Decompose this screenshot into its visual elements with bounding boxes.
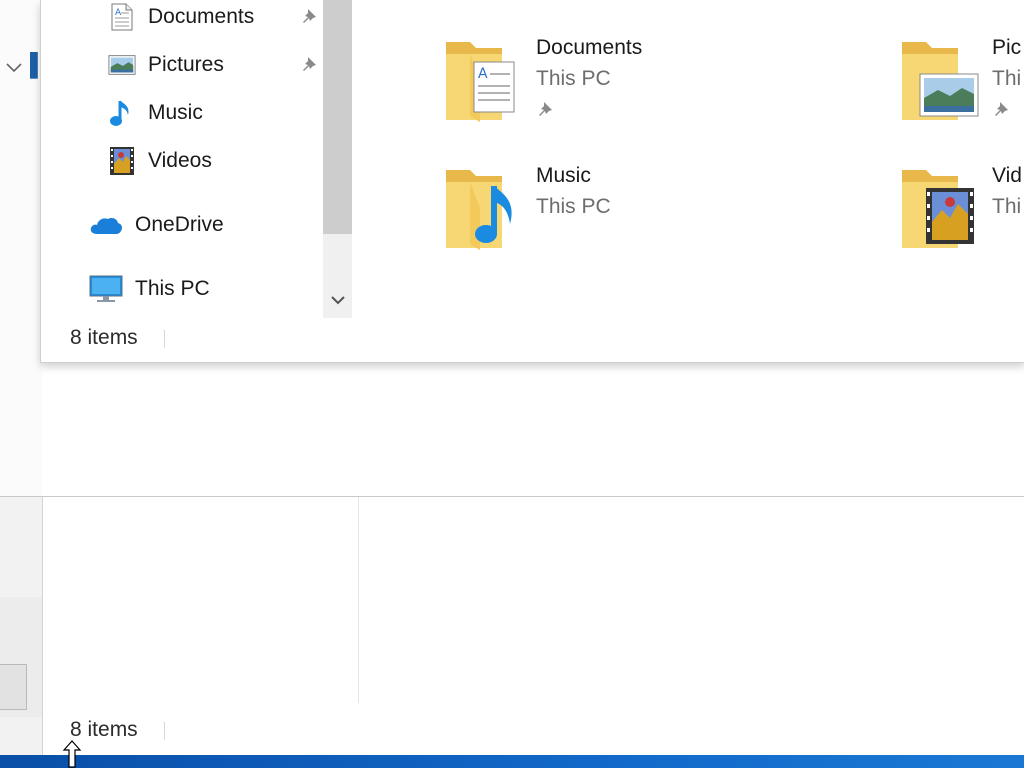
scroll-down-button[interactable] [323, 288, 352, 312]
music-folder-icon [446, 170, 512, 250]
documents-icon: A [108, 3, 136, 31]
nav-item-label: Videos [148, 149, 212, 172]
folder-tile-pictures[interactable]: Pic Thi [900, 36, 1024, 146]
background-button[interactable] [0, 664, 27, 710]
folder-location: Thi [992, 195, 1022, 218]
taskbar[interactable] [0, 755, 1024, 768]
folder-tile-documents[interactable]: A Documents This PC [444, 36, 904, 146]
nav-scrollbar-thumb[interactable] [323, 0, 352, 234]
svg-text:A: A [115, 8, 122, 18]
folder-name: Music [536, 164, 591, 187]
nav-item-label: Music [148, 101, 203, 124]
pane-divider [358, 497, 359, 703]
pin-icon [539, 102, 552, 116]
pin-icon[interactable] [300, 6, 322, 28]
nav-item-this-pc[interactable]: This PC [89, 269, 309, 309]
pin-icon [995, 102, 1008, 116]
videos-folder-icon [902, 170, 974, 248]
pictures-folder-icon [902, 42, 979, 120]
nav-item-onedrive[interactable]: OneDrive [89, 205, 309, 245]
status-item-count: 8 items [70, 326, 138, 349]
folder-name: Vid [992, 164, 1022, 187]
nav-item-label: This PC [135, 277, 210, 300]
background-lower-panel [0, 497, 42, 768]
nav-item-music[interactable]: Music [108, 93, 322, 133]
nav-item-label: Pictures [148, 53, 224, 76]
nav-item-label: Documents [148, 5, 255, 28]
folder-location: This PC [536, 67, 611, 90]
nav-item-documents[interactable]: A Documents [108, 0, 322, 37]
folder-location: Thi [992, 67, 1022, 90]
lower-status-item-count: 8 items [70, 718, 138, 741]
documents-folder-icon: A [446, 42, 515, 122]
content-pane: A Documents This PC Pic Thi Music This P… [352, 0, 1024, 318]
nav-item-label: OneDrive [135, 213, 224, 236]
videos-icon [108, 147, 136, 175]
status-separator [164, 330, 165, 348]
this-pc-icon [89, 275, 123, 303]
folder-tile-music[interactable]: Music This PC [444, 164, 904, 274]
resize-cursor-icon [62, 740, 82, 768]
folder-tile-videos[interactable]: Vid Thi [900, 164, 1024, 274]
pictures-icon [108, 51, 136, 79]
section-header-fragment [404, 309, 634, 319]
nav-item-pictures[interactable]: Pictures [108, 45, 322, 85]
music-icon [108, 99, 136, 127]
chevron-down-icon[interactable] [4, 57, 24, 77]
folder-location: This PC [536, 195, 611, 218]
chevron-down-icon [330, 296, 345, 305]
onedrive-icon [89, 211, 123, 239]
navigation-pane: A Documents Pictures Music Videos OneDri… [41, 0, 323, 318]
lower-explorer-window [42, 497, 1024, 755]
folder-name: Pic [992, 36, 1022, 59]
folder-name: Documents [536, 36, 643, 59]
pin-icon[interactable] [300, 54, 322, 76]
svg-text:A: A [478, 66, 488, 82]
status-separator [164, 722, 165, 740]
nav-item-videos[interactable]: Videos [108, 141, 322, 181]
